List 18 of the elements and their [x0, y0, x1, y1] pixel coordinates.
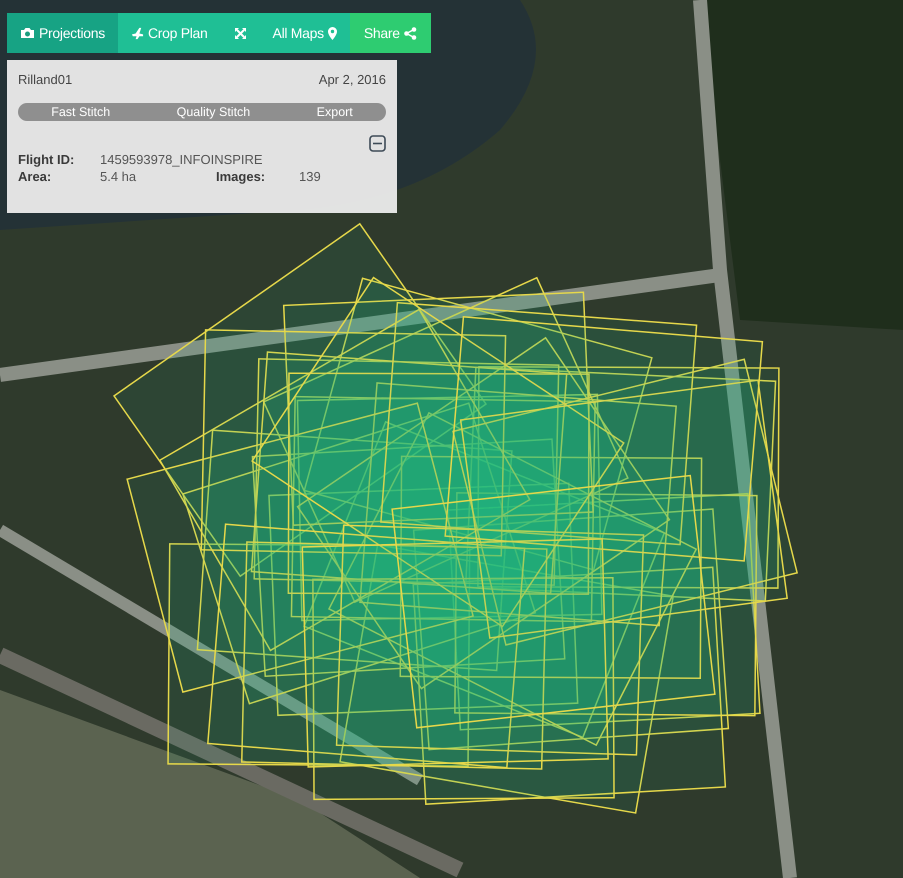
detail-label: Images: — [216, 169, 266, 184]
toolbar-tab[interactable]: Projections — [7, 13, 118, 53]
camera-icon — [20, 27, 35, 39]
share-icon — [404, 26, 417, 40]
detail-value: 1459593978_INFOINSPIRE — [100, 152, 264, 167]
collapse-icon[interactable] — [369, 135, 386, 152]
share-button[interactable]: Share — [350, 13, 431, 53]
detail-value: 139 — [299, 169, 322, 184]
detail-label: Flight ID: — [18, 152, 76, 167]
map-pin-icon — [328, 26, 337, 40]
detail-value: 5.4 ha — [100, 169, 138, 184]
expand-icon — [234, 26, 247, 40]
flight-date: Apr 2, 2016 — [318, 72, 386, 87]
toolbar-tab[interactable]: Crop Plan — [118, 13, 221, 53]
toolbar-tab[interactable]: All Maps — [260, 13, 350, 53]
flight-name: Rilland01 — [18, 72, 72, 87]
detail-label: Area: — [18, 169, 52, 184]
airplane-icon — [130, 26, 144, 40]
